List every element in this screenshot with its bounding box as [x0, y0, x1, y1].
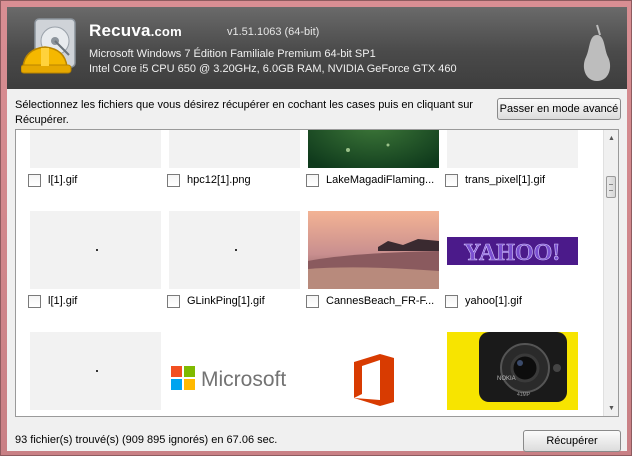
- file-item[interactable]: hpc12[1].png: [167, 172, 305, 188]
- file-thumbnail[interactable]: Microsoft: [169, 332, 300, 410]
- file-name: l[1].gif: [48, 295, 78, 307]
- thumbnail-pixel-image: [30, 211, 161, 289]
- file-name: hpc12[1].png: [187, 174, 251, 186]
- app-header: Recuva.com v1.51.1063 (64-bit) Microsoft…: [7, 7, 627, 89]
- checkbox-icon[interactable]: [445, 173, 458, 187]
- instruction-text: Sélectionnez les fichiers que vous désir…: [15, 99, 473, 126]
- file-thumbnail[interactable]: [169, 130, 300, 168]
- file-item[interactable]: trans_pixel[1].gif: [445, 172, 583, 188]
- thumbnail-beach-image: [308, 211, 439, 289]
- checkbox-icon[interactable]: [445, 415, 458, 416]
- file-thumbnail[interactable]: [447, 130, 578, 168]
- file-name: WP_NokiaRevisited...: [465, 416, 571, 417]
- file-thumbnail[interactable]: [30, 332, 161, 410]
- checkbox-icon[interactable]: [28, 294, 41, 308]
- thumbnail-microsoft-image: Microsoft: [169, 332, 300, 410]
- file-item[interactable]: mslogo[1].png: [167, 414, 305, 417]
- thumbnail-pixel-image: [30, 332, 161, 410]
- nokia-brand-text: NOKIA: [497, 376, 516, 382]
- thumbnail-blank-image: [447, 130, 578, 168]
- yahoo-logo-text: YAHOO!: [464, 240, 560, 266]
- recover-button[interactable]: Récupérer: [523, 430, 621, 452]
- checkbox-icon[interactable]: [167, 173, 180, 187]
- status-text: 93 fichier(s) trouvé(s) (909 895 ignorés…: [15, 434, 278, 446]
- thumbnail-blank-image: [169, 130, 300, 168]
- app-version: v1.51.1063 (64-bit): [227, 26, 320, 38]
- file-name: LakeMagadiFlaming...: [326, 174, 435, 186]
- app-title: Recuva.com: [89, 21, 182, 40]
- file-name: bullet[1].gif: [48, 416, 101, 417]
- nokia-lens-text: 41MP: [517, 392, 531, 398]
- checkbox-icon[interactable]: [306, 173, 319, 187]
- file-grid-panel: l[1].gif hpc12[1].png LakeMagadiFlaming...…: [15, 129, 619, 417]
- file-name: mslogo[1].png: [187, 416, 256, 417]
- file-thumbnail[interactable]: NOKIA 41MP: [447, 332, 578, 410]
- file-item[interactable]: CannesBeach_FR-F...: [306, 293, 444, 309]
- scroll-up-icon[interactable]: ▲: [604, 130, 618, 146]
- thumbnail-blank-image: [30, 130, 161, 168]
- checkbox-icon[interactable]: [28, 173, 41, 187]
- file-name: GLinkPing[1].gif: [187, 295, 265, 307]
- recuva-logo-icon: [21, 18, 76, 74]
- file-item[interactable]: LakeMagadiFlaming...: [306, 172, 444, 188]
- thumbnail-office-image: [308, 332, 439, 410]
- pear-icon: [583, 24, 611, 81]
- scroll-down-icon[interactable]: ▼: [604, 400, 618, 416]
- thumbnail-pixel-image: [169, 211, 300, 289]
- system-os-info: Microsoft Windows 7 Édition Familiale Pr…: [89, 48, 376, 60]
- thumbnail-nokia-image: NOKIA 41MP: [447, 332, 578, 410]
- scrollbar-thumb[interactable]: [606, 176, 616, 198]
- file-thumbnail[interactable]: [308, 211, 439, 289]
- file-item[interactable]: l[1].gif: [28, 172, 166, 188]
- file-item[interactable]: GLinkPing[1].gif: [167, 293, 305, 309]
- checkbox-icon[interactable]: [306, 415, 319, 416]
- file-thumbnail[interactable]: [308, 332, 439, 410]
- file-thumbnail[interactable]: [30, 130, 161, 168]
- file-name: trans_pixel[1].gif: [465, 174, 546, 186]
- checkbox-icon[interactable]: [167, 415, 180, 416]
- file-item[interactable]: bullet[1].gif: [28, 414, 166, 417]
- file-item[interactable]: l[1].gif: [28, 293, 166, 309]
- vertical-scrollbar[interactable]: ▲ ▼: [603, 130, 618, 416]
- advanced-mode-button[interactable]: Passer en mode avancé: [497, 98, 621, 120]
- system-hardware-info: Intel Core i5 CPU 650 @ 3.20GHz, 6.0GB R…: [89, 63, 457, 75]
- checkbox-icon[interactable]: [167, 294, 180, 308]
- file-item[interactable]: office_symbol[1].png: [306, 414, 444, 417]
- file-thumbnail[interactable]: [169, 211, 300, 289]
- checkbox-icon[interactable]: [445, 294, 458, 308]
- file-thumbnail[interactable]: YAHOO!: [447, 211, 578, 289]
- file-thumbnail[interactable]: [308, 130, 439, 168]
- microsoft-logo-text: Microsoft: [201, 368, 286, 391]
- file-item[interactable]: yahoo[1].gif: [445, 293, 583, 309]
- checkbox-icon[interactable]: [28, 415, 41, 416]
- file-item[interactable]: WP_NokiaRevisited...: [445, 414, 583, 417]
- file-name: yahoo[1].gif: [465, 295, 522, 307]
- thumbnail-yahoo-image: YAHOO!: [447, 211, 578, 289]
- window-frame: Recuva.com v1.51.1063 (64-bit) Microsoft…: [0, 0, 632, 456]
- checkbox-icon[interactable]: [306, 294, 319, 308]
- file-grid: l[1].gif hpc12[1].png LakeMagadiFlaming...…: [16, 130, 604, 416]
- thumbnail-lake-image: [308, 130, 439, 168]
- file-name: office_symbol[1].png: [326, 416, 427, 417]
- file-thumbnail[interactable]: [30, 211, 161, 289]
- file-name: CannesBeach_FR-F...: [326, 295, 435, 307]
- main-content: Sélectionnez les fichiers que vous désir…: [7, 89, 627, 452]
- file-name: l[1].gif: [48, 174, 78, 186]
